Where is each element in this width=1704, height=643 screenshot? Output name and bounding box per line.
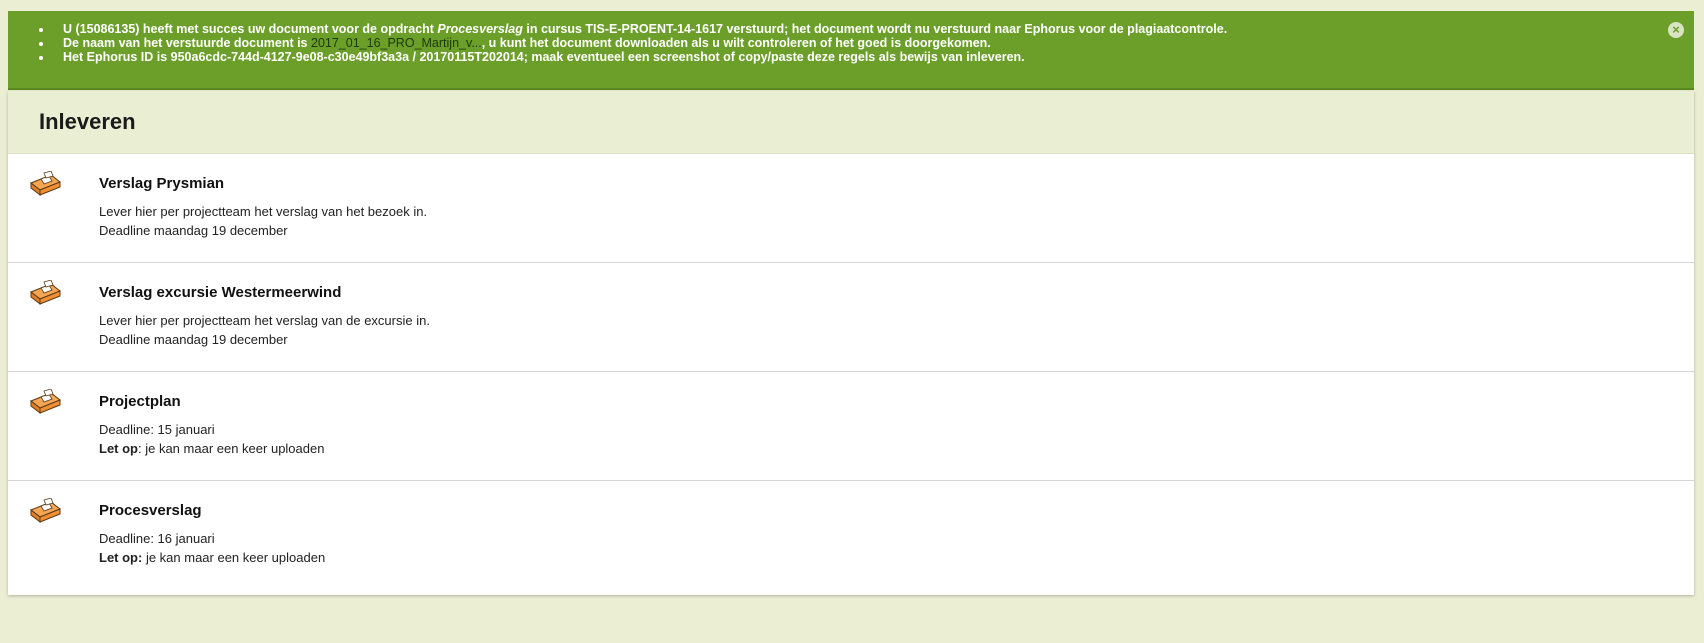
alert-message-list: U (15086135) heeft met succes uw documen… [34,22,1227,64]
item-deadline: Deadline: 15 januari [99,422,215,437]
list-item: Projectplan Deadline: 15 januari Let op:… [8,372,1694,481]
dropbox-tray-icon [30,280,61,306]
assignment-link-projectplan[interactable]: Projectplan [99,393,181,410]
dropbox-tray-icon [30,171,61,197]
list-item: Verslag Prysmian Lever hier per projectt… [8,154,1694,263]
inleveren-panel: Inleveren Verslag Prysmian Lever hier pe… [8,91,1694,595]
item-note: Let op: je kan maar een keer uploaden [99,441,325,456]
alert-message-submitted: U (15086135) heeft met succes uw documen… [34,22,1227,36]
item-deadline: Deadline maandag 19 december [99,223,288,238]
alert-assignment-name: Procesverslag [437,22,523,36]
document-download-link[interactable]: 2017_01_16_PRO_Martijn_v... [311,36,482,50]
close-icon[interactable]: × [1668,22,1684,38]
panel-header: Inleveren [8,91,1694,154]
dropbox-tray-icon [30,498,61,524]
alert-message-ephorus: Het Ephorus ID is 950a6cdc-744d-4127-9e0… [34,50,1227,64]
success-alert: U (15086135) heeft met succes uw documen… [8,11,1694,90]
item-note: Let op: je kan maar een keer uploaden [99,550,326,565]
item-deadline: Deadline: 16 januari [99,531,215,546]
assignment-link-verslag-excursie[interactable]: Verslag excursie Westermeerwind [99,284,341,301]
assignment-link-procesverslag[interactable]: Procesverslag [99,502,202,519]
assignment-link-verslag-prysmian[interactable]: Verslag Prysmian [99,175,224,192]
list-item: Verslag excursie Westermeerwind Lever hi… [8,263,1694,372]
list-item: Procesverslag Deadline: 16 januari Let o… [8,481,1694,590]
item-description: Lever hier per projectteam het verslag v… [99,204,428,238]
item-deadline: Deadline maandag 19 december [99,332,288,347]
item-description: Lever hier per projectteam het verslag v… [99,313,430,347]
alert-message-document: De naam van het verstuurde document is 2… [34,36,1227,50]
item-description: Deadline: 16 januari Let op: je kan maar… [99,529,325,567]
dropbox-tray-icon [30,389,61,415]
item-description: Deadline: 15 januari Let op: je kan maar… [99,420,324,458]
page-title: Inleveren [39,109,136,134]
